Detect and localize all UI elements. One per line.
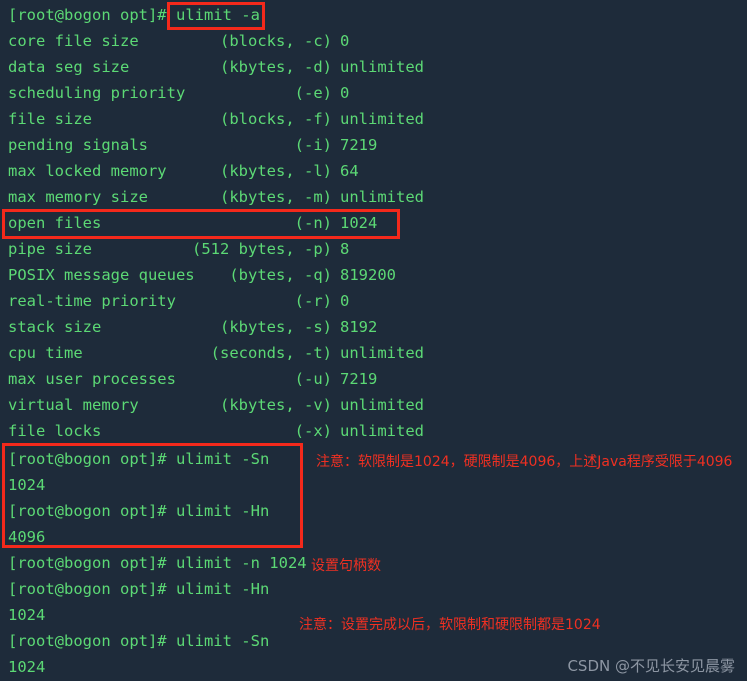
ulimit-resource-value: unlimited (340, 344, 424, 362)
ulimit-row: open files (-n) 1024 (0, 210, 747, 236)
ulimit-row: pipe size (512 bytes, -p) 8 (0, 236, 747, 262)
ulimit-row: scheduling priority (-e) 0 (0, 80, 747, 106)
output-hn-value: 4096 (8, 528, 46, 546)
command-line-ulimit-sn-2: [root@bogon opt]# ulimit -Sn (8, 632, 270, 650)
ulimit-resource-value: unlimited (340, 396, 424, 414)
ulimit-resource-unit: (bytes, -q) (229, 266, 332, 284)
ulimit-resource-value: unlimited (340, 58, 424, 76)
ulimit-resource-value: 0 (340, 84, 350, 102)
ulimit-resource-unit: (kbytes, -m) (220, 188, 332, 206)
ulimit-resource-value: 8 (340, 240, 350, 258)
ulimit-resource-value: 819200 (340, 266, 396, 284)
ulimit-resource-unit: (512 bytes, -p) (192, 240, 332, 258)
ulimit-resource-value: unlimited (340, 422, 424, 440)
ulimit-row: pending signals (-i) 7219 (0, 132, 747, 158)
ulimit-resource-unit: (kbytes, -s) (220, 318, 332, 336)
output-sn-value: 1024 (8, 476, 46, 494)
ulimit-resource-unit: (blocks, -f) (220, 110, 332, 128)
ulimit-resource-value: 0 (340, 292, 350, 310)
command-line-ulimit-a: [root@bogon opt]# ulimit -a (8, 2, 260, 28)
shell-prompt: [root@bogon opt]# (8, 6, 176, 24)
output-sn-value-2: 1024 (8, 658, 46, 676)
command-line-ulimit-hn: [root@bogon opt]# ulimit -Hn (8, 502, 270, 520)
ulimit-resource-unit: (-i) (294, 136, 332, 154)
ulimit-row: data seg size (kbytes, -d) unlimited (0, 54, 747, 80)
ulimit-row: stack size (kbytes, -s) 8192 (0, 314, 747, 340)
ulimit-resource-unit: (kbytes, -v) (220, 396, 332, 414)
ulimit-resource-unit: (blocks, -c) (220, 32, 332, 50)
ulimit-resource-value: 0 (340, 32, 350, 50)
ulimit-resource-value: unlimited (340, 188, 424, 206)
command-line-ulimit-hn-2: [root@bogon opt]# ulimit -Hn (8, 580, 270, 598)
ulimit-row: file size (blocks, -f) unlimited (0, 106, 747, 132)
annotation-after-set-note: 注意：设置完成以后，软限制和硬限制都是1024 (299, 617, 601, 633)
annotation-limits-note: 注意：软限制是1024，硬限制是4096，上述Java程序受限于4096 (316, 454, 733, 470)
ulimit-row: max locked memory (kbytes, -l) 64 (0, 158, 747, 184)
ulimit-row: POSIX message queues (bytes, -q) 819200 (0, 262, 747, 288)
ulimit-resource-unit: (-u) (294, 370, 332, 388)
ulimit-row: cpu time (seconds, -t) unlimited (0, 340, 747, 366)
command-line-ulimit-set-n: [root@bogon opt]# ulimit -n 1024 (8, 554, 307, 572)
ulimit-resource-value: 7219 (340, 136, 378, 154)
command-line-ulimit-sn: [root@bogon opt]# ulimit -Sn (8, 450, 270, 468)
ulimit-resource-unit: (-x) (294, 422, 332, 440)
ulimit-row: real-time priority (-r) 0 (0, 288, 747, 314)
command-text-ulimit-a: ulimit -a (175, 6, 260, 24)
terminal-window: [root@bogon opt]# ulimit -a core file si… (0, 0, 747, 681)
ulimit-row: core file size (blocks, -c) 0 (0, 28, 747, 54)
ulimit-resource-unit: (kbytes, -d) (220, 58, 332, 76)
ulimit-resource-unit: (-r) (294, 292, 332, 310)
ulimit-resource-value: 64 (340, 162, 359, 180)
ulimit-resource-unit: (kbytes, -l) (220, 162, 332, 180)
ulimit-row: max user processes (-u) 7219 (0, 366, 747, 392)
ulimit-row: max memory size (kbytes, -m) unlimited (0, 184, 747, 210)
annotation-set-handles: 设置句柄数 (311, 558, 381, 574)
ulimit-resource-unit: (-n) (294, 214, 332, 232)
output-hn-value-2: 1024 (8, 606, 46, 624)
ulimit-resource-unit: (-e) (294, 84, 332, 102)
ulimit-resource-value: 7219 (340, 370, 378, 388)
ulimit-resource-value: 1024 (340, 214, 378, 232)
ulimit-resource-value: 8192 (340, 318, 378, 336)
csdn-watermark: CSDN @不见长安见晨雾 (567, 657, 735, 675)
ulimit-resource-value: unlimited (340, 110, 424, 128)
ulimit-resource-unit: (seconds, -t) (210, 344, 332, 362)
ulimit-row: virtual memory (kbytes, -v) unlimited (0, 392, 747, 418)
ulimit-row: file locks (-x) unlimited (0, 418, 747, 444)
